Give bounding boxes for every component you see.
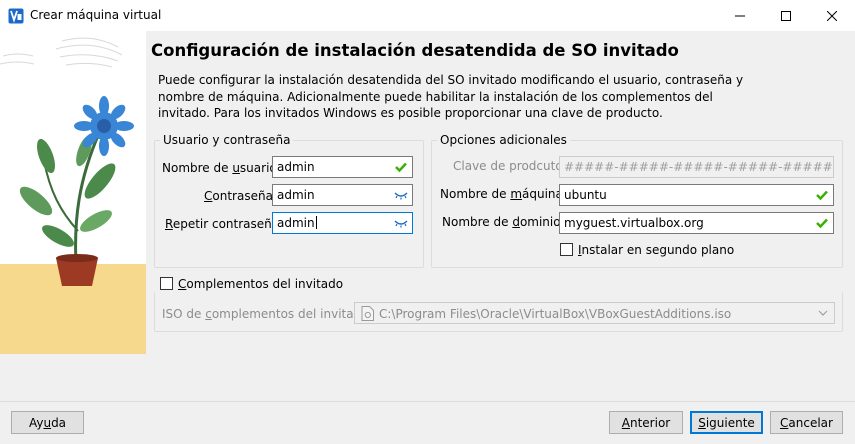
repeat-password-label: Repetir contraseña: xyxy=(165,217,284,231)
cancel-button[interactable]: Cancelar xyxy=(770,411,843,434)
close-icon xyxy=(827,10,837,21)
password-input[interactable]: admin xyxy=(272,184,413,206)
next-button[interactable]: Siguiente xyxy=(690,411,763,434)
repeat-password-input[interactable]: admin xyxy=(272,212,413,234)
help-button[interactable]: Ay u da xyxy=(11,411,84,434)
maximize-icon xyxy=(781,10,791,21)
minimize-icon xyxy=(735,15,745,16)
file-icon xyxy=(361,306,374,321)
product-key-label: Clave de prodcuto: xyxy=(453,159,567,173)
username-label: Nombre de usuario: xyxy=(162,161,281,175)
eye-closed-icon[interactable] xyxy=(394,217,408,229)
hostname-input[interactable]: ubuntu xyxy=(559,184,834,206)
install-background-checkbox[interactable] xyxy=(560,243,573,256)
text-caret xyxy=(315,216,317,229)
minimize-button[interactable] xyxy=(717,0,763,31)
iso-label: ISO de complementos del invitado: xyxy=(162,307,373,321)
iso-path-value: C:\Program Files\Oracle\VirtualBox\VBoxG… xyxy=(379,307,732,321)
product-key-input: #####-#####-#####-#####-##### xyxy=(559,156,834,178)
virtualbox-logo-icon xyxy=(8,8,24,24)
product-key-placeholder: #####-#####-#####-#####-##### xyxy=(564,160,833,174)
valid-check-icon xyxy=(816,218,828,229)
footer-separator xyxy=(0,401,855,402)
repeat-password-value: admin xyxy=(277,216,315,230)
maximize-button[interactable] xyxy=(763,0,809,31)
install-background-label[interactable]: Instalar en segundo plano xyxy=(578,243,734,257)
title-bar[interactable]: Crear máquina virtual xyxy=(0,0,855,31)
guest-additions-checkbox[interactable] xyxy=(160,277,173,290)
username-value: admin xyxy=(277,160,315,174)
eye-closed-icon[interactable] xyxy=(394,189,408,201)
page-title: Configuración de instalación desatendida… xyxy=(151,41,679,60)
close-button[interactable] xyxy=(809,0,855,31)
domain-value: myguest.virtualbox.org xyxy=(564,216,704,230)
valid-check-icon xyxy=(816,190,828,201)
password-label: Contraseña: xyxy=(204,189,277,203)
iso-path-combobox: C:\Program Files\Oracle\VirtualBox\VBoxG… xyxy=(354,302,835,324)
guest-additions-label[interactable]: Complementos del invitado xyxy=(178,277,343,291)
wizard-footer: Ay u da Anterior Siguiente Cancelar xyxy=(0,401,855,444)
group-title: Opciones adicionales xyxy=(437,133,570,147)
wizard-body: Configuración de instalación desatendida… xyxy=(0,31,855,444)
password-value: admin xyxy=(277,188,315,202)
domain-input[interactable]: myguest.virtualbox.org xyxy=(559,212,834,234)
valid-check-icon xyxy=(395,162,407,173)
back-button[interactable]: Anterior xyxy=(609,411,683,434)
username-input[interactable]: admin xyxy=(272,156,413,178)
hostname-label: Nombre de máquina: xyxy=(440,187,567,201)
window-title: Crear máquina virtual xyxy=(30,8,162,22)
hostname-value: ubuntu xyxy=(564,188,607,202)
page-description: Puede configurar la instalación desatend… xyxy=(158,73,744,120)
chevron-down-icon xyxy=(818,310,828,316)
group-title: Usuario y contraseña xyxy=(160,133,294,147)
wizard-watermark-illustration xyxy=(0,31,146,354)
domain-label: Nombre de dominio: xyxy=(442,215,565,229)
